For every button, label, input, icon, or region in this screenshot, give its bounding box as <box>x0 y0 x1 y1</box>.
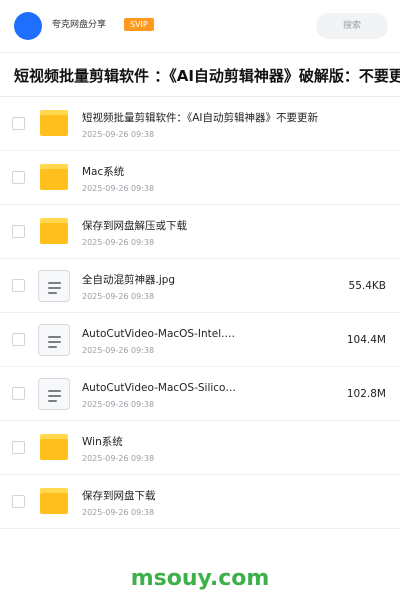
file-size: 55.4KB <box>348 280 386 292</box>
row-checkbox[interactable] <box>12 387 25 400</box>
file-name: Mac系统 <box>82 166 125 178</box>
folder-icon-shape <box>40 164 68 190</box>
folder-icon <box>38 108 70 140</box>
avatar[interactable] <box>14 12 42 40</box>
file-date: 2025-09-26 09:38 <box>82 454 155 463</box>
file-size: 104.4M <box>346 334 386 346</box>
page-title: 短视频批量剪辑软件 ：《AI自动剪辑神器》破解版：不要更新 <box>14 67 400 85</box>
file-name: Win系统 <box>82 436 123 448</box>
header: 夸克网盘分享 SVIP 搜索 <box>0 0 400 52</box>
watermark: msouy.com <box>130 566 270 591</box>
file-name: 保存到网盘下载 <box>82 490 156 502</box>
folder-icon-shape <box>40 218 68 244</box>
file-name: 保存到网盘解压或下载 <box>82 220 187 232</box>
folder-icon <box>38 216 70 248</box>
document-icon-shape <box>38 270 70 302</box>
file-row[interactable]: AutoCutVideo-MacOS-Silico… 2025-09-26 09:… <box>0 367 400 421</box>
row-checkbox[interactable] <box>12 117 25 130</box>
file-date: 2025-09-26 09:38 <box>82 292 155 301</box>
file-row[interactable]: Mac系统 2025-09-26 09:38 <box>0 151 400 205</box>
document-icon-shape <box>38 324 70 356</box>
file-name: AutoCutVideo-MacOS-Intel.… <box>82 328 235 340</box>
header-divider <box>0 52 400 53</box>
file-name: 短视频批量剪辑软件：《AI自动剪辑神器》不要更新 <box>82 112 319 124</box>
row-checkbox[interactable] <box>12 441 25 454</box>
file-row[interactable]: 短视频批量剪辑软件：《AI自动剪辑神器》不要更新 2025-09-26 09:38 <box>0 97 400 151</box>
svip-badge: SVIP <box>124 18 154 31</box>
file-name: 全自动混剪神器.jpg <box>82 274 176 286</box>
file-list: 短视频批量剪辑软件：《AI自动剪辑神器》不要更新 2025-09-26 09:38… <box>0 97 400 529</box>
document-icon <box>38 270 70 302</box>
folder-icon-shape <box>40 434 68 460</box>
folder-icon <box>38 486 70 518</box>
row-checkbox[interactable] <box>12 225 25 238</box>
file-date: 2025-09-26 09:38 <box>82 346 155 355</box>
app-name: 夸克网盘分享 <box>52 20 107 30</box>
folder-icon-shape <box>40 488 68 514</box>
row-checkbox[interactable] <box>12 171 25 184</box>
document-icon-shape <box>38 378 70 410</box>
file-row[interactable]: 保存到网盘解压或下载 2025-09-26 09:38 <box>0 205 400 259</box>
file-date: 2025-09-26 09:38 <box>82 508 155 517</box>
file-size: 102.8M <box>346 388 386 400</box>
row-checkbox[interactable] <box>12 495 25 508</box>
file-row[interactable]: Win系统 2025-09-26 09:38 <box>0 421 400 475</box>
document-icon <box>38 378 70 410</box>
folder-icon <box>38 432 70 464</box>
folder-icon-shape <box>40 110 68 136</box>
file-date: 2025-09-26 09:38 <box>82 238 155 247</box>
file-date: 2025-09-26 09:38 <box>82 400 155 409</box>
document-icon <box>38 324 70 356</box>
folder-icon <box>38 162 70 194</box>
file-row[interactable]: AutoCutVideo-MacOS-Intel.… 2025-09-26 09:… <box>0 313 400 367</box>
file-name: AutoCutVideo-MacOS-Silico… <box>82 382 236 394</box>
file-date: 2025-09-26 09:38 <box>82 184 155 193</box>
row-checkbox[interactable] <box>12 279 25 292</box>
file-row[interactable]: 全自动混剪神器.jpg 2025-09-26 09:38 55.4KB <box>0 259 400 313</box>
share-page: 夸克网盘分享 SVIP 搜索 短视频批量剪辑软件 ：《AI自动剪辑神器》破解版：… <box>0 0 400 600</box>
search-button[interactable]: 搜索 <box>316 13 388 39</box>
row-checkbox[interactable] <box>12 333 25 346</box>
file-row[interactable]: 保存到网盘下载 2025-09-26 09:38 <box>0 475 400 529</box>
file-date: 2025-09-26 09:38 <box>82 130 155 139</box>
